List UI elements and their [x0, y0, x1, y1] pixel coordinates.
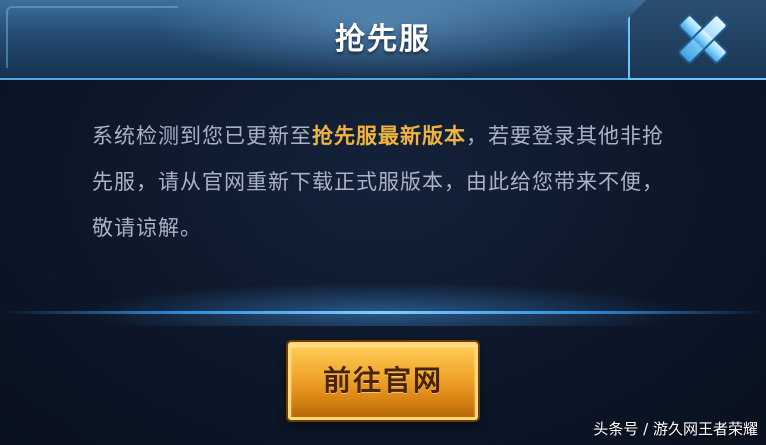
message-text-1: 系统检测到您已更新至	[92, 124, 312, 148]
message-highlight: 抢先服最新版本	[312, 124, 466, 148]
dialog-message: 系统检测到您已更新至抢先服最新版本，若要登录其他非抢先服，请从官网重新下载正式服…	[92, 113, 677, 251]
close-x-icon	[678, 14, 728, 64]
go-to-official-site-button[interactable]: 前往官网	[288, 342, 478, 420]
divider-line	[0, 311, 766, 314]
close-button[interactable]	[672, 8, 734, 70]
divider-glow	[83, 282, 683, 326]
game-dialog: 抢先服 系统检测到您已更新至抢先服最新版本，若要登录其他非抢先服，请从官网重新下…	[0, 0, 766, 445]
glow-divider	[0, 282, 766, 326]
watermark: 头条号 / 游久网王者荣耀	[593, 420, 758, 438]
